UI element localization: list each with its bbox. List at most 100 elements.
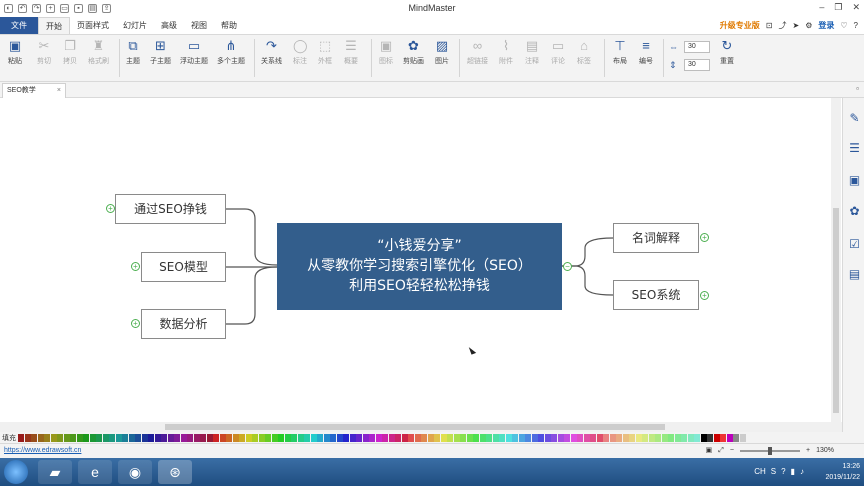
open-file-icon[interactable]: ▭ bbox=[60, 4, 69, 13]
login-link[interactable]: 登录 bbox=[818, 20, 834, 31]
color-swatch[interactable] bbox=[232, 433, 239, 442]
ie-browser-icon[interactable]: e bbox=[78, 460, 112, 484]
color-swatch[interactable] bbox=[466, 433, 473, 442]
color-swatch[interactable] bbox=[661, 433, 668, 442]
color-swatch[interactable] bbox=[499, 433, 505, 442]
clipart-button[interactable]: ✿ 剪贴画 bbox=[403, 39, 424, 66]
topic-glossary[interactable]: 名词解释 bbox=[613, 223, 699, 253]
color-swatch[interactable] bbox=[512, 433, 518, 442]
mindmap-canvas[interactable]: 通过SEO挣钱 + SEO模型 + 数据分析 + “小钱爱分享” 从零教你学习搜… bbox=[0, 98, 830, 420]
menu-view[interactable]: 视图 bbox=[184, 17, 214, 34]
explorer-icon[interactable]: ▰ bbox=[38, 460, 72, 484]
expand-plus-icon[interactable]: + bbox=[131, 262, 140, 271]
color-swatch[interactable] bbox=[590, 433, 596, 442]
tag-button[interactable]: ⌂ 标签 bbox=[577, 39, 591, 66]
color-swatch[interactable] bbox=[44, 433, 50, 442]
color-swatch[interactable] bbox=[284, 433, 291, 442]
color-swatch[interactable] bbox=[453, 433, 460, 442]
central-topic[interactable]: “小钱爱分享” 从零教你学习搜索引擎优化（SEO） 利用SEO轻轻松松挣钱 bbox=[277, 223, 562, 310]
send-icon[interactable]: ➤ bbox=[793, 21, 800, 30]
comment-button[interactable]: ▭ 评论 bbox=[551, 39, 565, 66]
color-swatch[interactable] bbox=[596, 433, 603, 442]
lang-indicator[interactable]: CH bbox=[754, 467, 766, 476]
minimize-icon[interactable]: – bbox=[819, 2, 824, 13]
color-swatch[interactable] bbox=[694, 433, 700, 442]
color-swatch[interactable] bbox=[148, 433, 154, 442]
color-swatch[interactable] bbox=[616, 433, 622, 442]
color-swatch[interactable] bbox=[681, 433, 687, 442]
format-painter-button[interactable]: ♜ 格式刷 bbox=[88, 39, 109, 66]
clipart-panel-icon[interactable]: ✿ bbox=[848, 205, 861, 218]
color-swatch[interactable] bbox=[258, 433, 265, 442]
menu-advanced[interactable]: 高级 bbox=[154, 17, 184, 34]
color-swatch[interactable] bbox=[401, 433, 408, 442]
menu-home[interactable]: 开始 bbox=[38, 17, 70, 34]
color-swatch[interactable] bbox=[739, 433, 746, 442]
color-swatch[interactable] bbox=[200, 433, 206, 442]
zoom-in-icon[interactable]: + bbox=[806, 444, 810, 458]
color-swatch[interactable] bbox=[349, 433, 356, 442]
color-swatch[interactable] bbox=[382, 433, 388, 442]
color-swatch[interactable] bbox=[252, 433, 258, 442]
relationship-button[interactable]: ↷ 关系线 bbox=[261, 39, 282, 66]
undo-icon[interactable]: ↶ bbox=[18, 4, 27, 13]
format-icon[interactable]: ✎ bbox=[848, 112, 861, 125]
color-swatch[interactable] bbox=[343, 433, 349, 442]
color-swatch[interactable] bbox=[668, 433, 674, 442]
panel-toggle-icon[interactable]: ▫ bbox=[856, 84, 859, 93]
color-swatch[interactable] bbox=[115, 433, 122, 442]
fullscreen-view-icon[interactable]: ⤢ bbox=[718, 444, 724, 458]
color-swatch[interactable] bbox=[655, 433, 661, 442]
numbering-button[interactable]: ≡ 编号 bbox=[639, 39, 653, 66]
menu-page-style[interactable]: 页面样式 bbox=[70, 17, 116, 34]
color-swatch[interactable] bbox=[265, 433, 271, 442]
color-swatch[interactable] bbox=[122, 433, 128, 442]
color-swatch[interactable] bbox=[24, 433, 31, 442]
color-swatch[interactable] bbox=[180, 433, 187, 442]
picture-button[interactable]: ▨ 图片 bbox=[435, 39, 449, 66]
volume-icon[interactable]: ♪ bbox=[800, 467, 804, 476]
icon-button[interactable]: ▣ 图标 bbox=[379, 39, 393, 66]
color-swatch[interactable] bbox=[388, 433, 395, 442]
menu-slides[interactable]: 幻灯片 bbox=[116, 17, 154, 34]
color-swatch[interactable] bbox=[629, 433, 635, 442]
color-swatch[interactable] bbox=[609, 433, 616, 442]
color-swatch[interactable] bbox=[395, 433, 401, 442]
fit-page-icon[interactable]: ▣ bbox=[706, 444, 713, 458]
menu-help[interactable]: 帮助 bbox=[214, 17, 244, 34]
color-swatch[interactable] bbox=[174, 433, 180, 442]
zoom-slider[interactable] bbox=[740, 447, 800, 455]
menu-file[interactable]: 文件 bbox=[0, 17, 38, 34]
color-swatch[interactable] bbox=[726, 433, 733, 442]
color-swatch[interactable] bbox=[213, 433, 219, 442]
color-swatch[interactable] bbox=[336, 433, 343, 442]
color-swatch[interactable] bbox=[330, 433, 336, 442]
color-swatch[interactable] bbox=[434, 433, 440, 442]
topic-button[interactable]: ⧉ 主题 bbox=[126, 39, 140, 66]
note-button[interactable]: ▤ 注释 bbox=[525, 39, 539, 66]
color-swatch[interactable] bbox=[648, 433, 655, 442]
color-swatch[interactable] bbox=[271, 433, 278, 442]
color-swatch[interactable] bbox=[31, 433, 37, 442]
color-swatch[interactable] bbox=[369, 433, 375, 442]
expand-plus-icon[interactable]: + bbox=[131, 319, 140, 328]
color-swatch[interactable] bbox=[193, 433, 200, 442]
image-panel-icon[interactable]: ▣ bbox=[848, 174, 861, 187]
color-swatch[interactable] bbox=[362, 433, 369, 442]
hyperlink-button[interactable]: ∞ 超链接 bbox=[467, 39, 488, 66]
color-swatch[interactable] bbox=[733, 433, 739, 442]
skin-icon[interactable]: ♡ bbox=[840, 21, 847, 30]
attachment-button[interactable]: ⌇ 附件 bbox=[499, 39, 513, 66]
color-swatch[interactable] bbox=[297, 433, 304, 442]
collapse-minus-icon[interactable]: − bbox=[563, 262, 572, 271]
expand-plus-icon[interactable]: + bbox=[700, 291, 709, 300]
save-icon[interactable]: ▪ bbox=[74, 4, 83, 13]
summary-button[interactable]: ☰ 概要 bbox=[344, 39, 358, 66]
color-swatch[interactable] bbox=[518, 433, 525, 442]
color-swatch[interactable] bbox=[427, 433, 434, 442]
cut-button[interactable]: ✂ 剪切 bbox=[37, 39, 51, 66]
color-swatch[interactable] bbox=[154, 433, 161, 442]
color-swatch[interactable] bbox=[635, 433, 642, 442]
color-swatch[interactable] bbox=[76, 433, 83, 442]
color-swatch[interactable] bbox=[473, 433, 479, 442]
